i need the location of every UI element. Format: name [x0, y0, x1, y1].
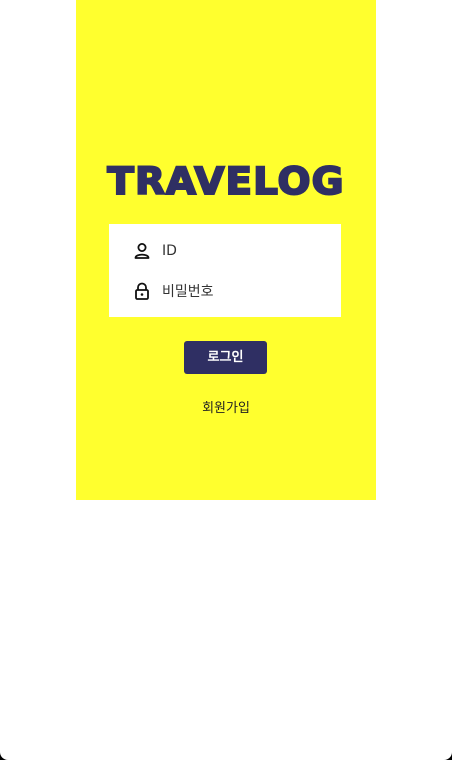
user-icon — [133, 242, 151, 260]
lock-icon — [133, 282, 151, 300]
window-corner-right — [444, 752, 452, 760]
id-field[interactable]: ID — [133, 239, 333, 263]
app-viewport: TRAVELOG ID 비밀번호 로그인 회원가입 — [0, 0, 452, 760]
id-placeholder: ID — [162, 243, 177, 259]
login-button[interactable]: 로그인 — [184, 341, 267, 374]
signup-link[interactable]: 회원가입 — [76, 397, 376, 416]
app-logo: TRAVELOG — [106, 159, 345, 204]
login-panel: TRAVELOG ID 비밀번호 로그인 회원가입 — [76, 0, 376, 500]
login-form: ID 비밀번호 — [109, 224, 341, 317]
password-field[interactable]: 비밀번호 — [133, 279, 333, 303]
password-placeholder: 비밀번호 — [162, 284, 214, 300]
window-corner-left — [0, 752, 8, 760]
